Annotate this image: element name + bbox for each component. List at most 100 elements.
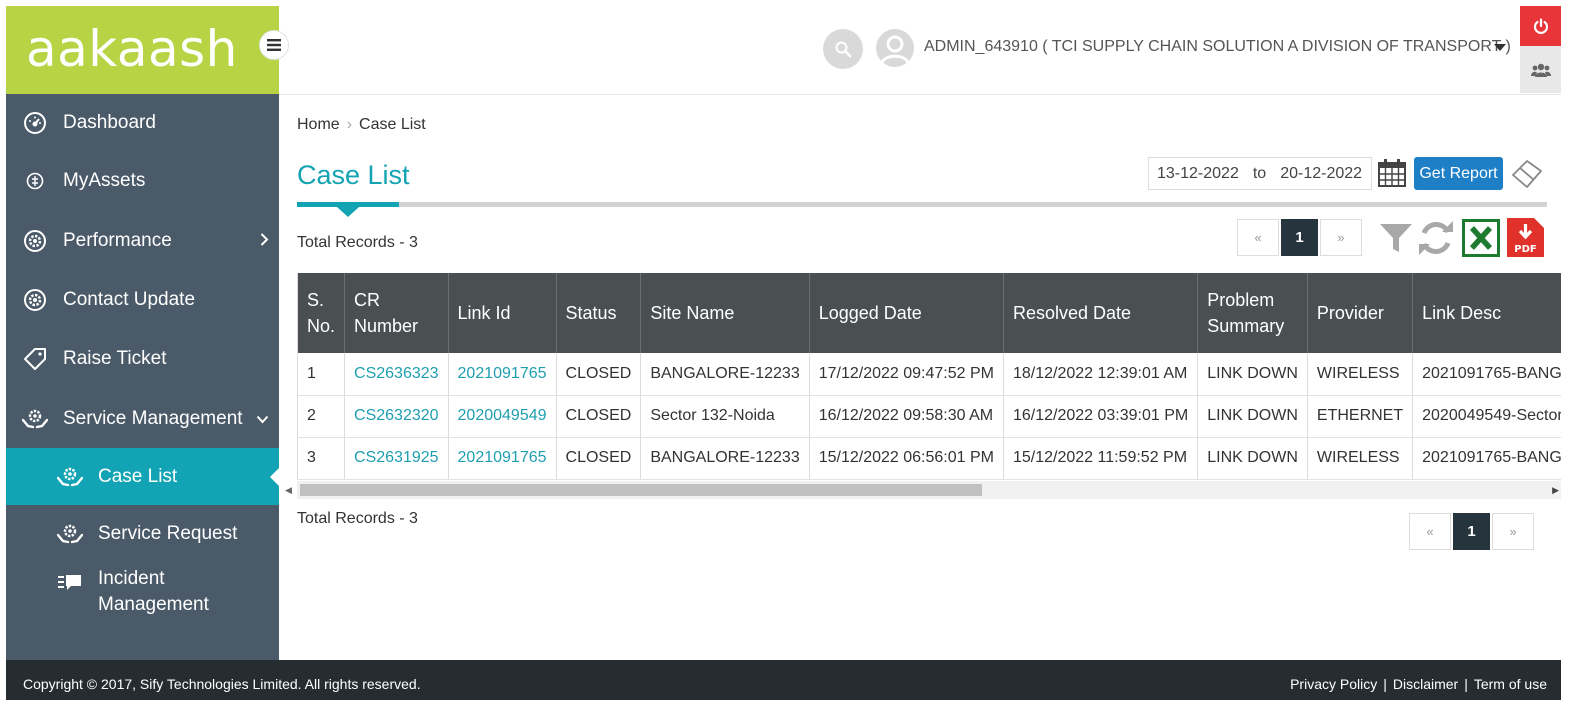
breadcrumb-separator-icon: › — [346, 116, 353, 133]
pagination-prev-button[interactable]: « — [1409, 513, 1451, 550]
search-button[interactable] — [823, 29, 863, 69]
filter-button[interactable] — [1379, 221, 1413, 260]
total-records-label-bottom: Total Records - 3 — [297, 510, 418, 527]
service-hands-icon — [57, 521, 83, 547]
sidebar-subitem-label: Case List — [98, 465, 178, 487]
service-hands-icon — [22, 406, 48, 432]
search-icon — [835, 41, 852, 58]
cell-problem-summary: LINK DOWN — [1197, 395, 1308, 438]
calendar-button[interactable] — [1376, 157, 1408, 189]
sidebar-item-service-management[interactable]: Service Management — [6, 390, 279, 448]
page-title: Case List — [297, 160, 410, 190]
cell-problem-summary: LINK DOWN — [1197, 437, 1308, 480]
cell-link-id-link[interactable]: 2021091765 — [448, 353, 557, 396]
user-menu-label[interactable]: ADMIN_643910 ( TCI SUPPLY CHAIN SOLUTION… — [924, 38, 1511, 56]
avatar[interactable] — [876, 29, 914, 67]
sidebar-item-label: MyAssets — [63, 170, 146, 191]
header-divider — [279, 94, 1561, 95]
privacy-policy-link[interactable]: Privacy Policy — [1290, 676, 1377, 692]
cell-sno: 1 — [297, 353, 346, 396]
column-header-cr-number[interactable]: CR Number — [344, 273, 449, 353]
pagination-page-button[interactable]: 1 — [1281, 219, 1318, 256]
from-date[interactable]: 13-12-2022 — [1157, 165, 1239, 183]
scrollbar-thumb[interactable] — [300, 484, 982, 496]
table-horizontal-scrollbar[interactable]: ◀ ▶ — [285, 481, 1561, 499]
cell-site-name: Sector 132-Noida — [640, 395, 810, 438]
logout-button[interactable] — [1520, 6, 1561, 46]
pagination-next-button[interactable]: » — [1492, 513, 1534, 550]
scroll-right-icon[interactable]: ▶ — [1552, 485, 1559, 496]
user-avatar-icon — [880, 35, 910, 64]
column-header-problem-summary[interactable]: Problem Summary — [1197, 273, 1308, 353]
chevron-down-icon — [256, 411, 269, 427]
sidebar-subitem-text: Incident Management — [98, 566, 209, 618]
sidebar-item-performance[interactable]: Performance — [6, 212, 279, 270]
footer-links: Privacy Policy | Disclaimer | Term of use — [1290, 676, 1547, 692]
sidebar-subitem-case-list[interactable]: Case List — [6, 448, 279, 505]
sidebar-subitem-incident-management[interactable]: Incident Management — [6, 566, 279, 626]
column-header-resolved-date[interactable]: Resolved Date — [1003, 273, 1199, 353]
sidebar-item-label: Service Management — [63, 408, 243, 429]
cell-logged-date: 15/12/2022 06:56:01 PM — [809, 437, 1004, 480]
sidebar-item-label: Raise Ticket — [63, 348, 167, 369]
clear-filter-button[interactable] — [1510, 157, 1544, 191]
sidebar-subitem-service-request[interactable]: Service Request — [6, 505, 279, 562]
cell-cr-number-link[interactable]: CS2631925 — [344, 437, 449, 480]
to-label: to — [1252, 164, 1267, 182]
cell-resolved-date: 16/12/2022 03:39:01 PM — [1003, 395, 1199, 438]
disclaimer-link[interactable]: Disclaimer — [1393, 676, 1458, 692]
column-header-sno[interactable]: S. No. — [297, 273, 346, 353]
date-range-field[interactable]: 13-12-2022 to 20-12-2022 — [1148, 157, 1372, 190]
refresh-button[interactable] — [1417, 220, 1455, 261]
copyright-text: Copyright © 2017, Sify Technologies Limi… — [23, 676, 421, 692]
breadcrumb-home-link[interactable]: Home — [297, 116, 340, 133]
sidebar-subitem-label: Incident — [98, 568, 165, 589]
cell-provider: ETHERNET — [1307, 395, 1414, 438]
footer-separator: | — [1383, 676, 1387, 692]
assets-icon — [22, 168, 48, 194]
sidebar-item-dashboard[interactable]: Dashboard — [6, 94, 279, 152]
get-report-button[interactable]: Get Report — [1414, 157, 1503, 190]
sidebar-item-contact-update[interactable]: Contact Update — [6, 271, 279, 329]
cell-link-id-link[interactable]: 2020049549 — [448, 395, 557, 438]
to-date[interactable]: 20-12-2022 — [1280, 165, 1362, 183]
terms-of-use-link[interactable]: Term of use — [1474, 676, 1547, 692]
logo-text: aakaash — [26, 20, 238, 78]
export-excel-button[interactable] — [1462, 219, 1500, 262]
service-hands-icon — [57, 464, 83, 490]
sidebar-item-raise-ticket[interactable]: Raise Ticket — [6, 330, 279, 388]
cell-link-id-link[interactable]: 2021091765 — [448, 437, 557, 480]
users-button[interactable] — [1520, 46, 1561, 93]
cell-cr-number-link[interactable]: CS2632320 — [344, 395, 449, 438]
cell-provider: WIRELESS — [1307, 353, 1414, 396]
table-row: 3 CS2631925 2021091765 CLOSED BANGALORE-… — [297, 437, 1561, 480]
pagination-prev-button[interactable]: « — [1237, 219, 1279, 256]
caret-down-icon[interactable] — [1494, 44, 1506, 51]
table-row: 2 CS2632320 2020049549 CLOSED Sector 132… — [297, 395, 1561, 438]
sidebar-item-myassets[interactable]: MyAssets — [6, 152, 279, 210]
column-header-link-id[interactable]: Link Id — [448, 273, 557, 353]
case-table: S. No. CR Number Link Id Status Site Nam… — [297, 273, 1561, 480]
column-header-site-name[interactable]: Site Name — [640, 273, 810, 353]
title-underline — [297, 202, 1547, 217]
cell-status: CLOSED — [556, 437, 642, 480]
footer-separator: | — [1464, 676, 1468, 692]
brand-logo[interactable]: aakaash — [6, 6, 279, 94]
breadcrumb-current: Case List — [359, 116, 426, 133]
cell-cr-number-link[interactable]: CS2636323 — [344, 353, 449, 396]
column-header-provider[interactable]: Provider — [1307, 273, 1414, 353]
cell-site-name: BANGALORE-12233 — [640, 437, 810, 480]
column-header-status[interactable]: Status — [556, 273, 642, 353]
pagination-page-button[interactable]: 1 — [1453, 513, 1490, 550]
scroll-left-icon[interactable]: ◀ — [285, 485, 292, 496]
pagination-next-button[interactable]: » — [1320, 219, 1362, 256]
column-header-link-desc[interactable]: Link Desc — [1412, 273, 1561, 353]
menu-toggle-button[interactable] — [259, 30, 289, 60]
cell-status: CLOSED — [556, 353, 642, 396]
cell-problem-summary: LINK DOWN — [1197, 353, 1308, 396]
export-pdf-button[interactable]: PDF — [1507, 218, 1544, 262]
dashboard-icon — [22, 110, 48, 136]
refresh-icon — [1419, 221, 1453, 255]
pagination-top: « 1 » — [1237, 219, 1362, 256]
column-header-logged-date[interactable]: Logged Date — [809, 273, 1004, 353]
